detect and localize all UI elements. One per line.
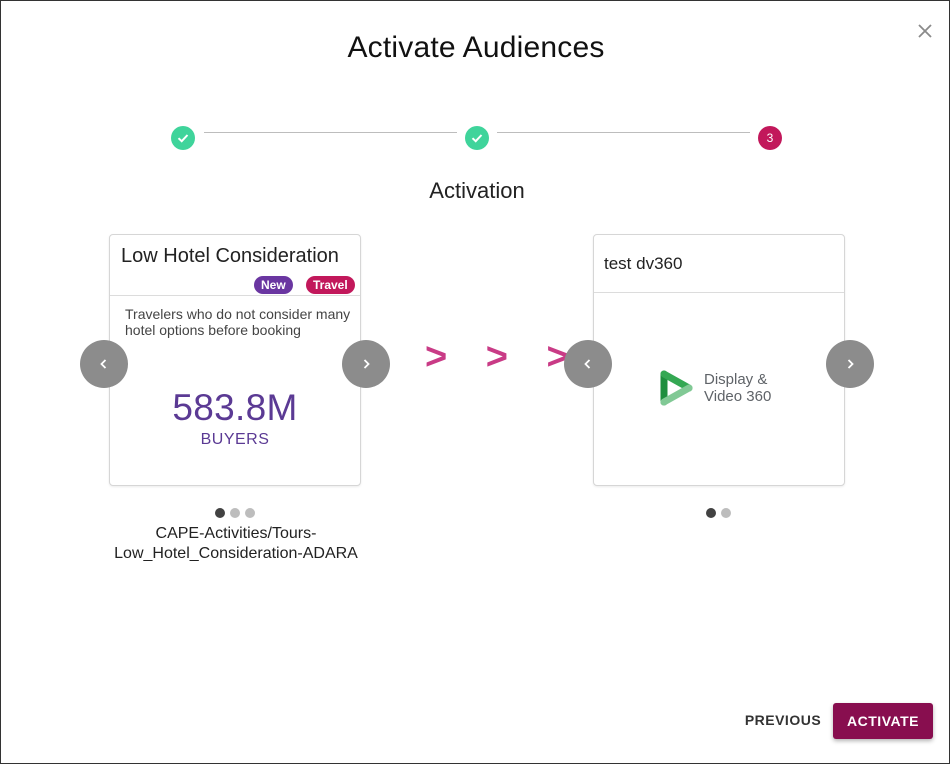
segment-name: CAPE-Activities/Tours-Low_Hotel_Consider…: [114, 525, 358, 562]
destination-prev-button[interactable]: [564, 340, 612, 388]
check-icon: [471, 134, 483, 143]
chevron-right-icon: [363, 359, 370, 369]
pagination-dot-3[interactable]: [245, 508, 255, 518]
audience-pagination: [215, 508, 255, 518]
audience-next-button[interactable]: [342, 340, 390, 388]
display-video-360-text: Display & Video 360: [704, 371, 771, 405]
audience-description: Travelers who do not consider many hotel…: [125, 306, 351, 338]
pagination-dot-1[interactable]: [215, 508, 225, 518]
audience-title: Low Hotel Consideration: [121, 245, 339, 267]
check-icon: [177, 134, 189, 143]
destination-title: test dv360: [604, 254, 683, 273]
logo-text-line-2: Video 360: [704, 388, 772, 405]
audience-size-value: 583.8M: [172, 387, 298, 428]
pagination-dot-2[interactable]: [230, 508, 240, 518]
step-1-complete: [171, 126, 195, 150]
audience-card: Low Hotel Consideration New Travel Trave…: [109, 234, 361, 486]
destination-card-header: test dv360: [594, 235, 844, 293]
step-2-complete: [465, 126, 489, 150]
step-connector: [497, 132, 750, 133]
chevron-left-icon: [584, 359, 591, 369]
badge-new: New: [254, 276, 293, 294]
step-3-active: 3: [758, 126, 782, 150]
display-video-360-icon: [660, 370, 693, 406]
chevron-left-icon: [100, 359, 107, 369]
logo-text-line-1: Display &: [704, 371, 768, 388]
activate-button[interactable]: ACTIVATE: [833, 703, 933, 739]
display-video-360-logo: Display & Video 360: [660, 370, 771, 406]
chevron-right-icon: [847, 359, 854, 369]
pagination-dot-2[interactable]: [721, 508, 731, 518]
destination-next-button[interactable]: [826, 340, 874, 388]
audience-prev-button[interactable]: [80, 340, 128, 388]
previous-button[interactable]: PREVIOUS: [741, 704, 825, 736]
destination-pagination: [706, 508, 731, 518]
audience-size-label: BUYERS: [200, 431, 270, 448]
activate-audiences-dialog: Activate Audiences 3 Activation Low Hote…: [0, 0, 950, 764]
dialog-title: Activate Audiences: [347, 31, 605, 64]
audience-card-header: Low Hotel Consideration New Travel: [110, 235, 360, 296]
pagination-dot-1[interactable]: [706, 508, 716, 518]
badge-travel: Travel: [306, 276, 355, 294]
section-title: Activation: [429, 178, 525, 203]
flow-arrows: > > >: [425, 336, 583, 378]
step-connector: [204, 132, 457, 133]
destination-card: test dv360 Display & Video 360: [593, 234, 845, 486]
